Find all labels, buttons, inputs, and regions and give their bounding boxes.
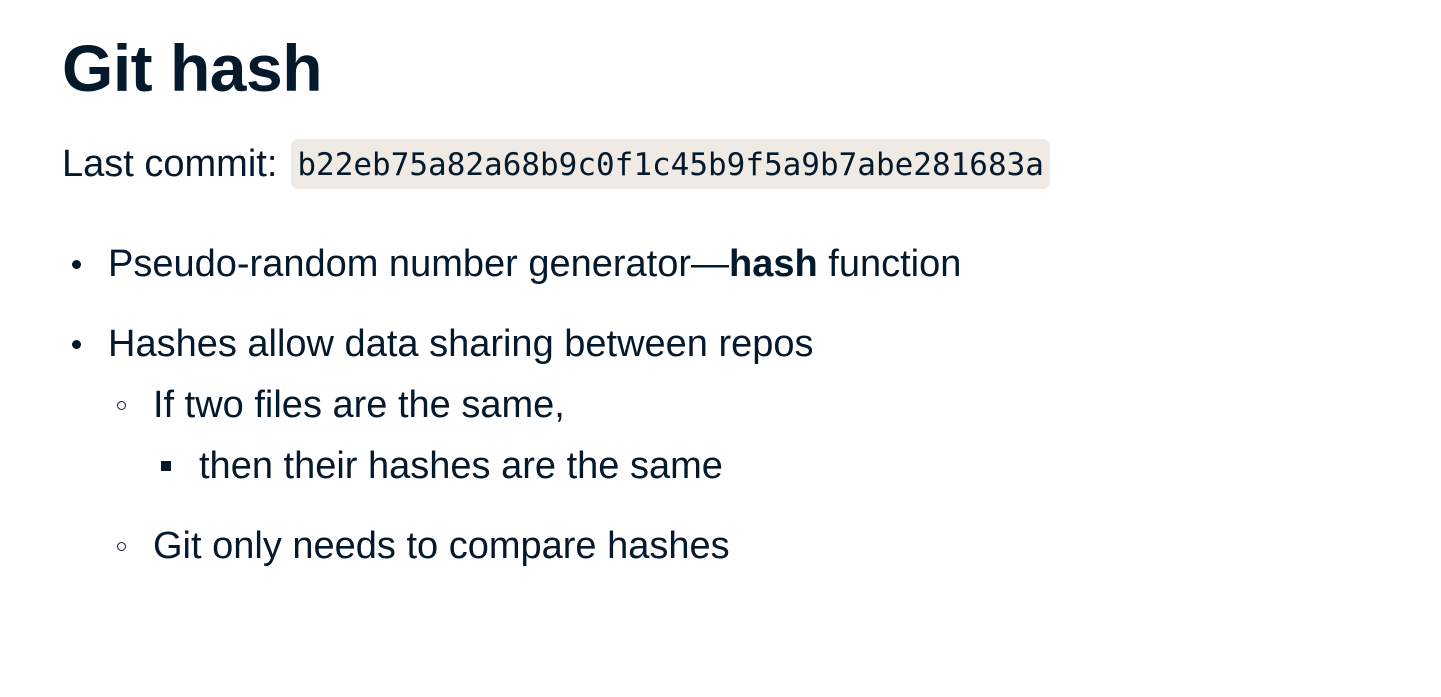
- sub-bullet-item-same-files: If two files are the same,: [117, 381, 565, 429]
- bullet-text-bold: hash: [729, 243, 818, 285]
- bullet-square-icon: [161, 461, 171, 471]
- bullet-disc-icon: [72, 340, 81, 349]
- bullet-text-after: function: [817, 243, 962, 285]
- bullet-text: Hashes allow data sharing between repos: [108, 323, 814, 365]
- bullet-text-before: Pseudo-random number generator—: [108, 243, 730, 285]
- slide: Git hash Last commit: b22eb75a82a68b9c0f…: [62, 0, 1441, 697]
- last-commit-label: Last commit:: [62, 142, 278, 185]
- bullet-circle-icon: [117, 542, 126, 551]
- bullet-disc-icon: [72, 260, 81, 269]
- bullet-item-data-sharing: Hashes allow data sharing between repos: [72, 320, 814, 368]
- slide-title: Git hash: [62, 31, 323, 105]
- sub-sub-bullet-item-same-hashes: then their hashes are the same: [161, 442, 723, 490]
- bullet-circle-icon: [117, 401, 126, 410]
- sub-bullet-item-compare-hashes: Git only needs to compare hashes: [117, 522, 730, 570]
- commit-hash-code: b22eb75a82a68b9c0f1c45b9f5a9b7abe281683a: [291, 139, 1050, 189]
- last-commit-line: Last commit: b22eb75a82a68b9c0f1c45b9f5a…: [62, 138, 1050, 190]
- bullet-item-hash-function: Pseudo-random number generator— hash func…: [72, 240, 962, 288]
- sub-bullet-text: Git only needs to compare hashes: [153, 525, 730, 567]
- sub-sub-bullet-text: then their hashes are the same: [199, 445, 723, 487]
- sub-bullet-text: If two files are the same,: [153, 384, 565, 426]
